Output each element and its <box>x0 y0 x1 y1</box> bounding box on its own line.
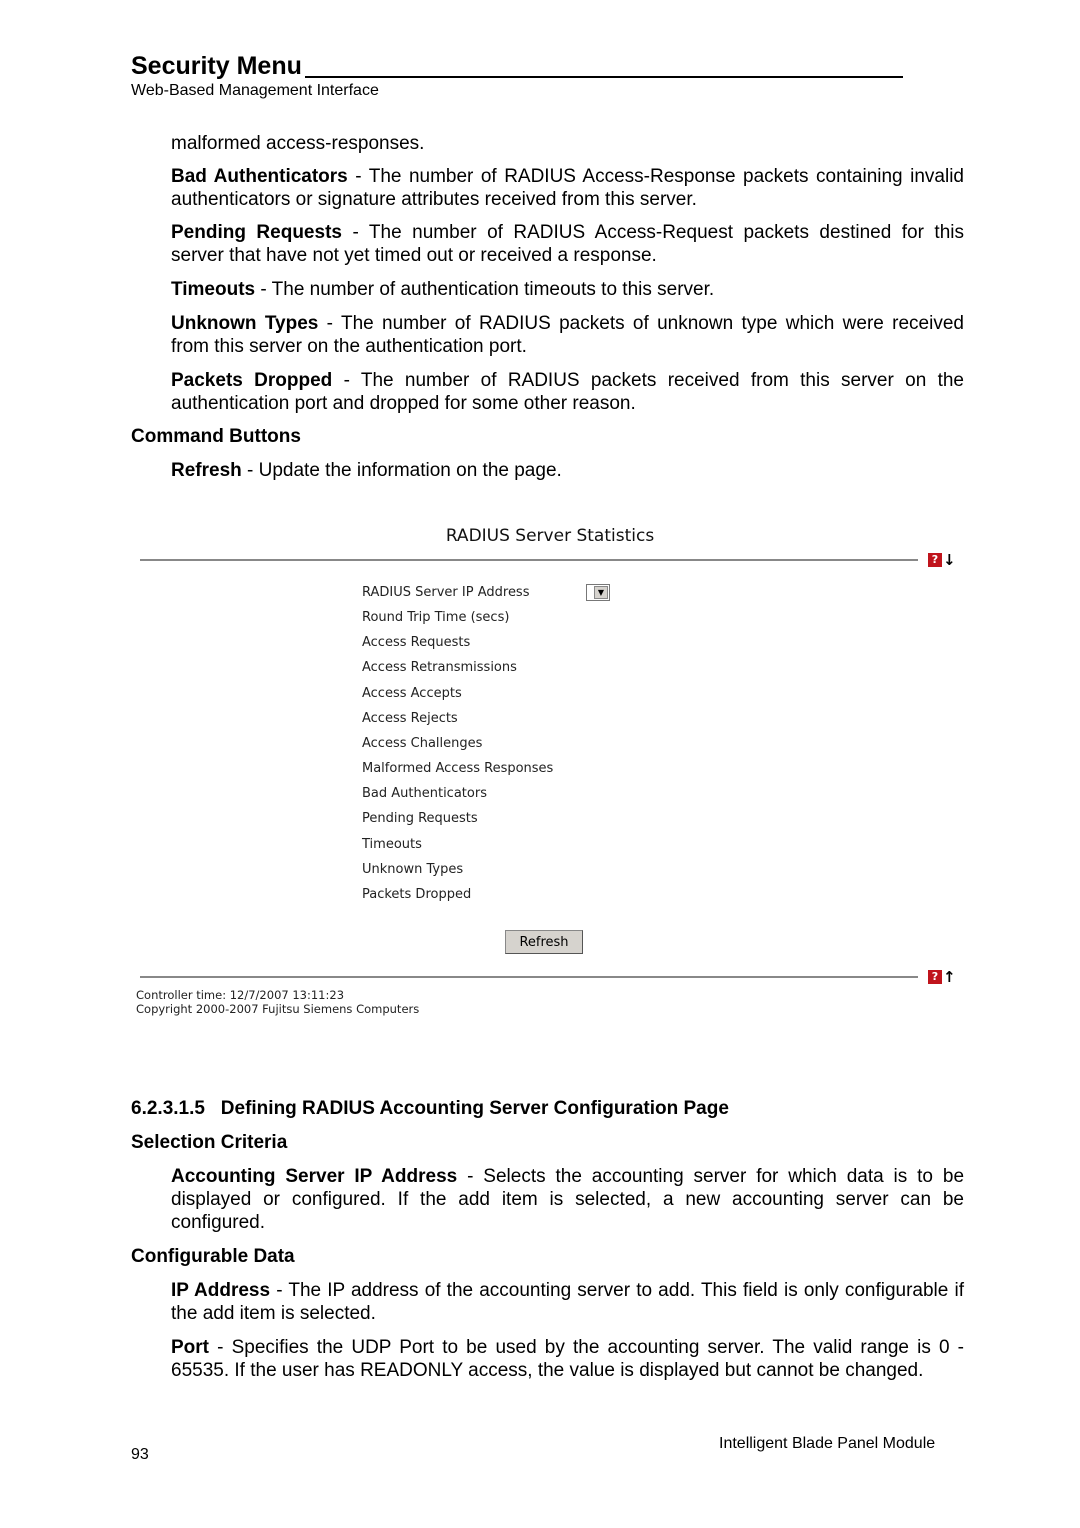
field-label: Round Trip Time (secs) <box>362 610 510 625</box>
bottom-rule <box>140 976 918 978</box>
field-label: Bad Authenticators <box>362 786 487 801</box>
definition-accounting-server-ip: Accounting Server IP Address - Selects t… <box>171 1165 964 1234</box>
configurable-data-heading: Configurable Data <box>131 1246 295 1267</box>
field-label: RADIUS Server IP Address <box>362 585 530 600</box>
selection-criteria-heading: Selection Criteria <box>131 1132 288 1153</box>
term: Accounting Server IP Address <box>171 1166 458 1187</box>
server-ip-dropdown[interactable]: ▼ <box>586 584 610 601</box>
help-icon[interactable]: ? <box>928 553 942 567</box>
refresh-button[interactable]: Refresh <box>505 930 583 954</box>
footer-product: Intelligent Blade Panel Module <box>719 1435 936 1452</box>
desc: - The IP address of the accounting serve… <box>171 1280 964 1324</box>
radius-stats-screenshot: RADIUS Server Statistics ? ↓ RADIUS Serv… <box>136 520 964 1018</box>
desc: - The number of authentication timeouts … <box>255 279 715 300</box>
chevron-down-icon: ▼ <box>594 586 608 599</box>
help-icon[interactable]: ? <box>928 970 942 984</box>
copyright: Copyright 2000-2007 Fujitsu Siemens Comp… <box>136 1002 420 1016</box>
definition-port: Port - Specifies the UDP Port to be used… <box>171 1336 964 1382</box>
bottom-icons: ? ↑ <box>928 970 956 985</box>
definition-unknown-types: Unknown Types - The number of RADIUS pac… <box>171 312 964 358</box>
page-header-subtitle: Web-Based Management Interface <box>131 82 379 99</box>
definition-ip-address: IP Address - The IP address of the accou… <box>171 1279 964 1325</box>
field-label: Access Retransmissions <box>362 660 517 675</box>
top-icons: ? ↓ <box>928 553 956 568</box>
section-heading: 6.2.3.1.5 Defining RADIUS Accounting Ser… <box>131 1098 729 1119</box>
term: Unknown Types <box>171 313 319 334</box>
desc: - Specifies the UDP Port to be used by t… <box>171 1337 964 1381</box>
desc: - Update the information on the page. <box>241 460 562 481</box>
header-rule <box>305 76 903 78</box>
controller-time: Controller time: 12/7/2007 13:11:23 <box>136 988 345 1002</box>
term: IP Address <box>171 1280 271 1301</box>
definition-timeouts: Timeouts - The number of authentication … <box>171 278 964 301</box>
screenshot-title: RADIUS Server Statistics <box>445 526 655 546</box>
definition-pending-requests: Pending Requests - The number of RADIUS … <box>171 221 964 267</box>
term: Bad Authenticators <box>171 166 348 187</box>
field-label: Access Challenges <box>362 736 483 751</box>
page-header-title: Security Menu <box>131 52 302 80</box>
field-label: Pending Requests <box>362 811 478 826</box>
field-label: Malformed Access Responses <box>362 761 554 776</box>
definition-packets-dropped: Packets Dropped - The number of RADIUS p… <box>171 369 964 415</box>
definition-bad-authenticators: Bad Authenticators - The number of RADIU… <box>171 165 964 211</box>
term: Port <box>171 1337 209 1358</box>
page-number: 93 <box>131 1446 149 1463</box>
field-label: Unknown Types <box>362 862 464 877</box>
term: Pending Requests <box>171 222 342 243</box>
term: Timeouts <box>171 279 256 300</box>
top-rule <box>140 559 918 561</box>
command-buttons-heading: Command Buttons <box>131 426 301 447</box>
field-label: Packets Dropped <box>362 887 472 902</box>
field-label: Timeouts <box>362 837 422 852</box>
term: Refresh <box>171 460 242 481</box>
term: Packets Dropped <box>171 370 333 391</box>
arrow-up-icon[interactable]: ↑ <box>943 970 956 985</box>
definition-refresh: Refresh - Update the information on the … <box>171 459 964 482</box>
arrow-down-icon[interactable]: ↓ <box>943 553 956 568</box>
field-label: Access Rejects <box>362 711 458 726</box>
field-label: Access Accepts <box>362 686 462 701</box>
intro-text: malformed access-responses. <box>171 133 425 154</box>
field-label: Access Requests <box>362 635 471 650</box>
